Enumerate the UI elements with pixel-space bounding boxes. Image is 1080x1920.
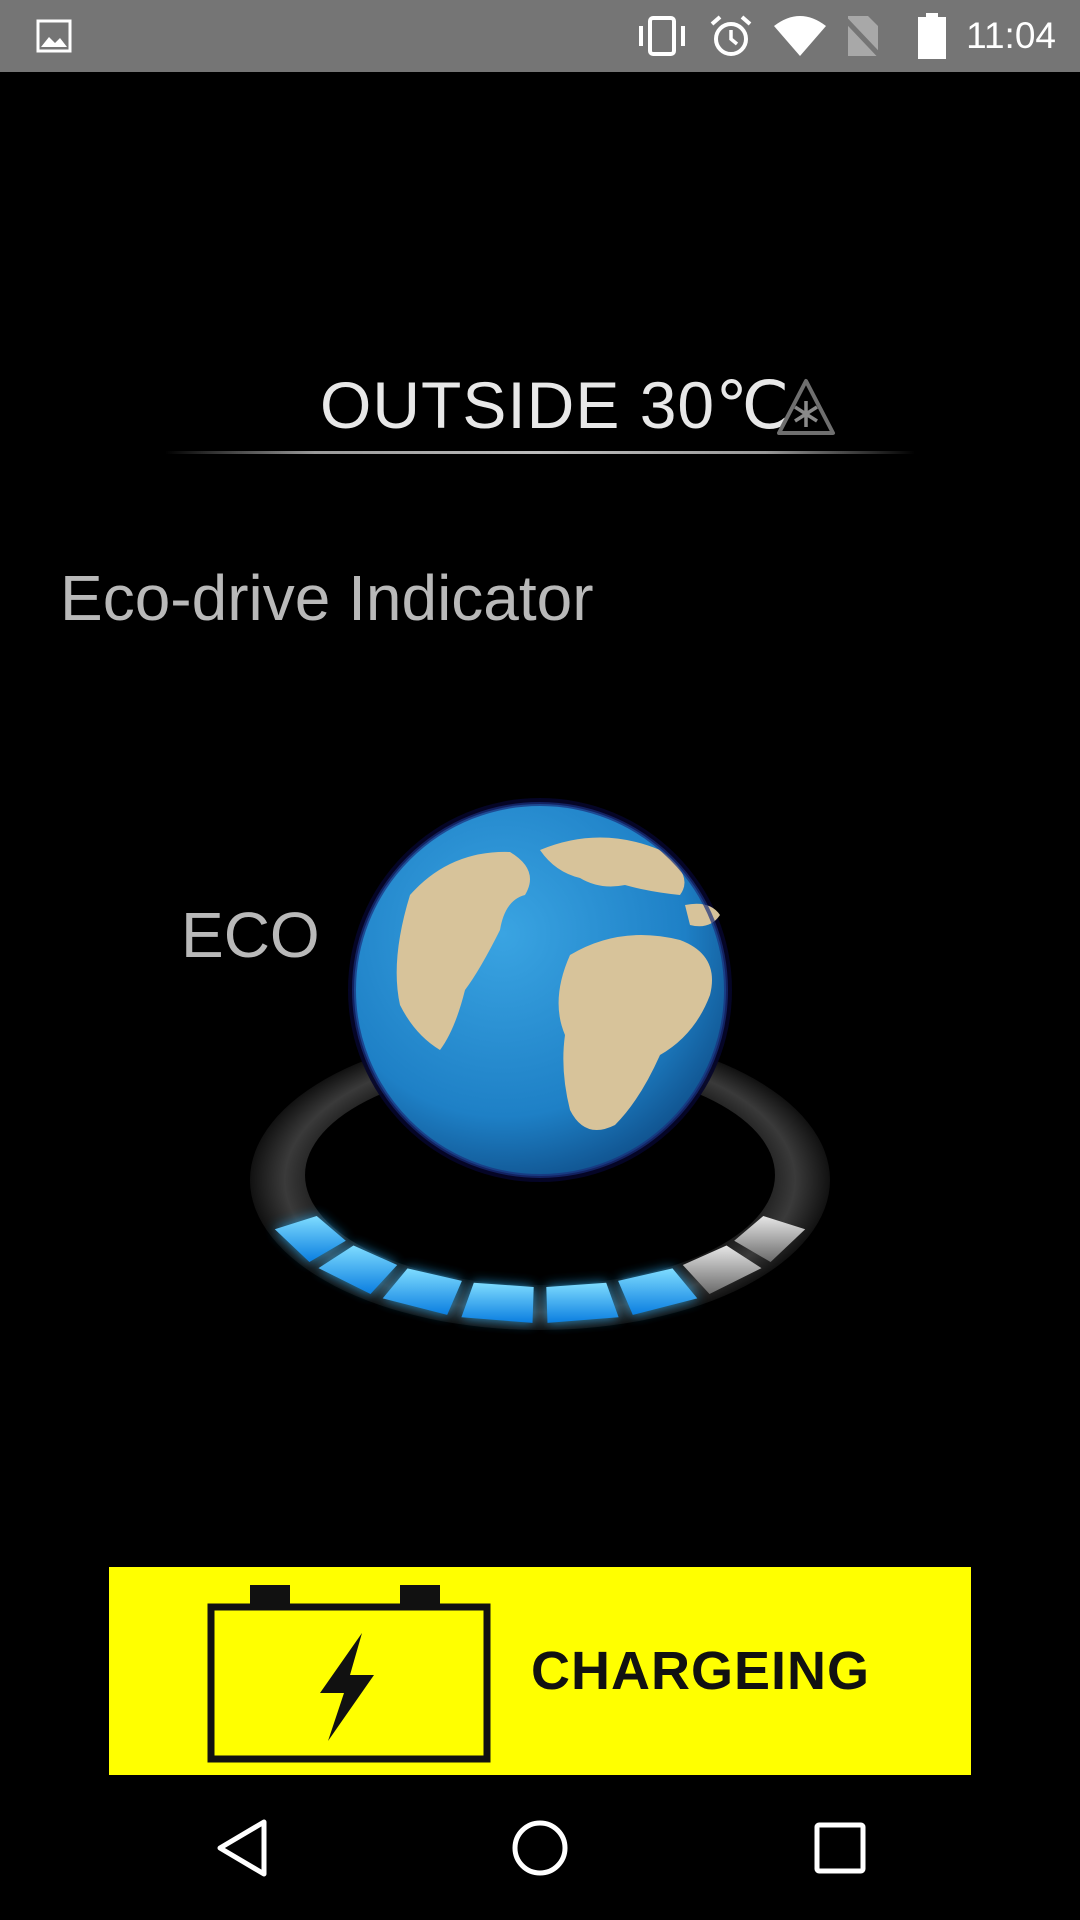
home-icon[interactable] [510,1816,570,1880]
battery-charging-icon [207,1585,491,1763]
gallery-icon [36,19,72,53]
gauge-segment-lit [546,1282,619,1323]
header-divider [165,451,915,454]
vibrate-icon [639,16,685,56]
wifi-icon [774,16,826,56]
status-time: 11:04 [966,15,1056,56]
eco-gauge [250,798,830,1330]
gauge-segment-lit [461,1282,534,1323]
no-sim-icon [842,16,882,58]
battery-icon [918,13,946,59]
charging-banner: CHARGEING [109,1567,971,1775]
ice-warning-icon [777,379,835,435]
recents-icon[interactable] [812,1816,868,1880]
status-bar: 11:04 [0,0,1080,72]
page-title: Eco-drive Indicator [60,562,594,634]
back-icon[interactable] [214,1816,270,1880]
outside-temperature: OUTSIDE 30℃ [165,365,915,465]
charging-label: CHARGEING [531,1641,871,1701]
alarm-icon [710,15,752,56]
navigation-bar [0,1776,1080,1920]
outside-temperature-label: OUTSIDE 30℃ [320,368,791,442]
globe-icon [348,798,732,1182]
